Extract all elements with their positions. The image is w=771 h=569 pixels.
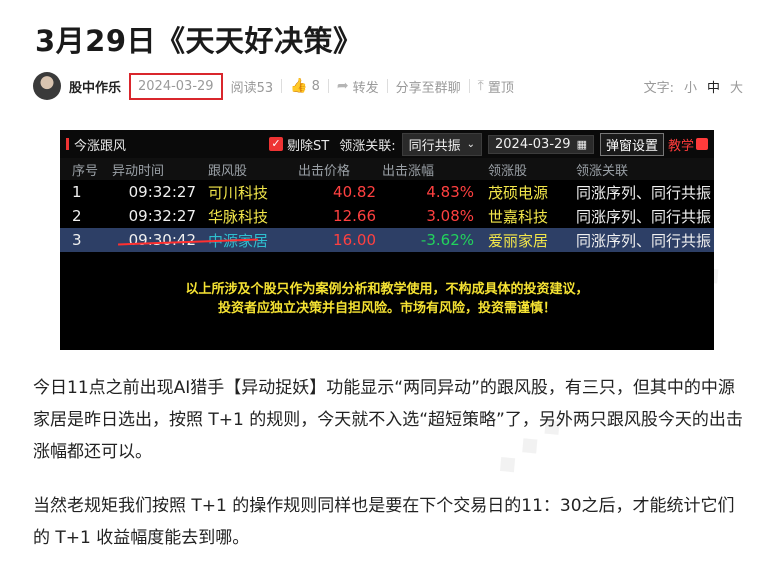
lead-assoc-select[interactable]: 同行共振 ⌄ — [401, 132, 482, 156]
text-size-large[interactable]: 大 — [730, 77, 743, 96]
panel-title-marker — [66, 138, 69, 150]
teach-icon — [696, 138, 708, 150]
row-time: 09:32:27 — [128, 183, 196, 201]
teach-button[interactable]: 教学 — [668, 135, 694, 154]
follow-stock-table: 序号 异动时间 跟风股 出击价格 出击涨幅 领涨股 领涨关联 1 09:32:2… — [60, 158, 714, 252]
pin-top-label: 置顶 — [487, 80, 514, 96]
date-picker-value: 2024-03-29 — [495, 136, 571, 152]
risk-disclaimer: 以上所涉及个股只作为案例分析和教学使用，不构成具体的投资建议， 投资者应独立决策… — [60, 280, 714, 318]
row-lead: 世嘉科技 — [488, 207, 549, 226]
table-header-row: 序号 异动时间 跟风股 出击价格 出击涨幅 领涨股 领涨关联 — [60, 158, 714, 180]
chevron-down-icon: ⌄ — [466, 138, 475, 150]
disclaimer-line-2: 投资者应独立决策并自担风险。市场有风险，投资需谨慎！ — [217, 301, 556, 316]
col-header-lead[interactable]: 领涨股 — [482, 158, 572, 180]
share-label: 转发 — [352, 80, 379, 96]
text-size-label: 文字: — [643, 80, 674, 96]
col-header-relation[interactable]: 领涨关联 — [572, 158, 714, 180]
divider — [386, 79, 388, 93]
table-row[interactable]: 2 09:32:27 华脉科技 12.66 3.08% 世嘉科技 同涨序列、同行… — [60, 204, 714, 228]
row-time: 09:32:27 — [128, 207, 196, 225]
author-name[interactable]: 股中作乐 — [69, 77, 121, 96]
exclude-st-checkbox[interactable]: ✓ — [269, 137, 283, 151]
col-header-stock[interactable]: 跟风股 — [202, 158, 298, 180]
read-count: 阅读53 — [230, 80, 274, 96]
row-price: 40.82 — [333, 183, 376, 201]
col-header-pct[interactable]: 出击涨幅 — [382, 158, 482, 180]
article-title: 3月29日《天天好决策》 — [35, 24, 363, 58]
follow-rise-panel: 今涨跟风 ✓ 剔除ST 领涨关联: 同行共振 ⌄ 2024-03-29 ▦ 弹窗… — [60, 130, 714, 350]
row-lead: 茂硕电源 — [488, 183, 549, 202]
thumbs-up-icon: 👍 — [290, 78, 308, 94]
row-stock: 可川科技 — [208, 183, 269, 202]
divider — [327, 79, 329, 93]
body-paragraph-2: 当然老规矩我们按照 T+1 的操作规则同样也是要在下个交易日的11：30之后，才… — [33, 496, 735, 548]
share-arrow-icon: ➦ — [336, 78, 349, 94]
body-paragraph-1: 今日11点之前出现AI猎手【异动捉妖】功能显示“两同异动”的跟风股，有三只，但其… — [33, 378, 743, 462]
row-stock: 华脉科技 — [208, 207, 269, 226]
disclaimer-line-1: 以上所涉及个股只作为案例分析和教学使用，不构成具体的投资建议， — [185, 282, 589, 297]
col-header-price[interactable]: 出击价格 — [298, 158, 382, 180]
like-count: 8 — [311, 78, 320, 94]
row-pct: 4.83% — [426, 183, 474, 201]
row-relation: 同涨序列、同行共振 — [576, 207, 712, 226]
row-relation: 同涨序列、同行共振 — [576, 183, 712, 202]
calendar-icon: ▦ — [576, 137, 587, 151]
text-size-small[interactable]: 小 — [684, 77, 697, 96]
table-row-selected[interactable]: 3 09:30:42 中源家居 16.00 -3.62% 爱丽家居 同涨序列、同… — [60, 228, 714, 252]
row-no: 2 — [72, 207, 82, 225]
row-pct: -3.62% — [382, 228, 482, 252]
row-no: 1 — [72, 183, 82, 201]
row-price: 12.66 — [333, 207, 376, 225]
text-size-control: 文字: 小 中 大 — [644, 77, 743, 96]
row-relation: 同涨序列、同行共振 — [572, 228, 714, 252]
panel-toolbar: 今涨跟风 ✓ 剔除ST 领涨关联: 同行共振 ⌄ 2024-03-29 ▦ 弹窗… — [60, 130, 714, 158]
row-price: 16.00 — [298, 228, 382, 252]
like-button[interactable]: 👍 8 — [290, 78, 320, 94]
row-pct: 3.08% — [426, 207, 474, 225]
date-picker[interactable]: 2024-03-29 ▦ — [488, 134, 594, 154]
group-share-button[interactable]: 分享至群聊 — [396, 77, 461, 96]
lead-assoc-value: 同行共振 — [408, 138, 461, 154]
avatar[interactable] — [33, 72, 61, 100]
exclude-st-label: 剔除ST — [287, 138, 330, 154]
pin-top-button[interactable]: ⤒ 置顶 — [478, 77, 514, 96]
pin-top-icon: ⤒ — [477, 78, 484, 94]
share-button[interactable]: ➦ 转发 — [337, 77, 379, 96]
panel-title: 今涨跟风 — [74, 138, 127, 154]
publish-date: 2024-03-29 — [129, 72, 223, 100]
article-meta-bar: 股中作乐 2024-03-29 阅读53 👍 8 ➦ 转发 分享至群聊 ⤒ 置顶… — [33, 70, 743, 102]
row-no: 3 — [60, 228, 112, 252]
divider — [281, 79, 283, 93]
divider — [468, 79, 470, 93]
row-lead: 爱丽家居 — [482, 228, 572, 252]
col-header-time[interactable]: 异动时间 — [112, 158, 202, 180]
col-header-no[interactable]: 序号 — [60, 158, 112, 180]
lead-assoc-label: 领涨关联: — [339, 138, 396, 154]
table-row[interactable]: 1 09:32:27 可川科技 40.82 4.83% 茂硕电源 同涨序列、同行… — [60, 180, 714, 204]
popup-settings-button[interactable]: 弹窗设置 — [599, 132, 664, 156]
text-size-medium[interactable]: 中 — [707, 77, 720, 96]
